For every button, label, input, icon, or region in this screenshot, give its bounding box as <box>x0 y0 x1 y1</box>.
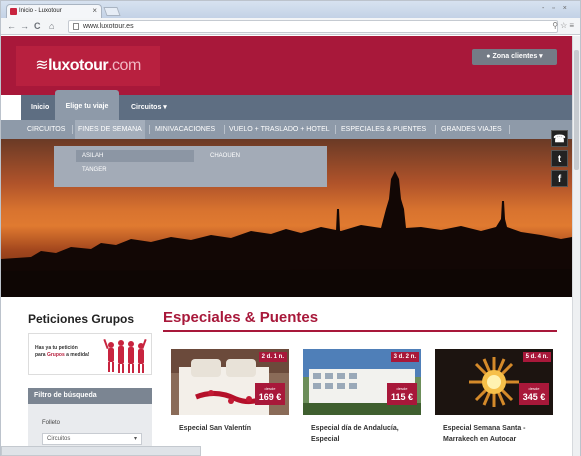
phone-icon[interactable]: ☎ <box>551 130 568 147</box>
back-icon[interactable]: ← <box>7 21 16 32</box>
dropdown-item-asilah[interactable]: ASILAH <box>76 150 194 162</box>
especiales-section: Especiales & Puentes 2 d. 1 n. desde 169… <box>161 297 557 456</box>
group-people-icon <box>103 338 147 373</box>
nav-inicio-label: Inicio <box>31 104 50 111</box>
new-tab-button[interactable] <box>103 7 121 16</box>
logo-mark: ≋ <box>35 57 49 74</box>
site-header: ≋luxotour.com ● Zona clientes ▾ <box>1 36 572 95</box>
banner-text: Has ya tu petición para Grupos a medida! <box>35 345 89 359</box>
nav-elige-label: Elige tu viaje <box>65 103 109 110</box>
toolbar-icons[interactable]: ⚲☆≡ <box>552 21 576 30</box>
subnav-especiales-puentes[interactable]: ESPECIALES & PUENTES <box>341 120 426 139</box>
social-links: ☎ t f <box>551 130 570 192</box>
nav-elige-tu-viaje[interactable]: Elige tu viaje <box>55 90 119 120</box>
zona-clientes-label: Zona clientes ▾ <box>492 53 543 60</box>
duration-badge: 2 d. 1 n. <box>258 352 287 362</box>
subnav-divider <box>149 125 150 134</box>
section-title: Especiales & Puentes <box>163 309 319 326</box>
nav-circuitos[interactable]: Circuitos ▾ <box>131 95 191 120</box>
site-logo[interactable]: ≋luxotour.com <box>16 46 160 86</box>
subnav-minivacaciones[interactable]: MINIVACACIONES <box>155 120 215 139</box>
price-prefix: desde <box>396 386 408 391</box>
subnav-divider <box>435 125 436 134</box>
banner-line-2: para Grupos a medida! <box>35 352 89 359</box>
subnav-circuitos[interactable]: CIRCUITOS <box>27 120 65 139</box>
scrollbar-thumb[interactable] <box>574 50 579 170</box>
browser-tab[interactable]: Inicio - Luxotour × <box>6 4 102 18</box>
banner-text-medida: a medida! <box>64 352 90 358</box>
page-icon <box>73 23 79 30</box>
forward-icon[interactable]: → <box>20 21 29 32</box>
logo-domain: .com <box>108 57 141 74</box>
folleto-select[interactable]: Circuitos ▾ <box>42 433 142 445</box>
subnav-divider <box>509 125 510 134</box>
home-icon[interactable]: ⌂ <box>49 21 54 32</box>
offer-card[interactable]: 2 d. 1 n. desde 169 € Especial San Valen… <box>171 349 289 456</box>
url-text: www.luxotour.es <box>83 23 134 30</box>
section-divider <box>163 330 557 332</box>
nav-circuitos-label: Circuitos ▾ <box>131 104 167 111</box>
tab-close-icon[interactable]: × <box>92 5 97 17</box>
subnav-vuelo-traslado-hotel[interactable]: VUELO + TRASLADO + HOTEL <box>229 120 330 139</box>
offer-title[interactable]: Especial día de Andalucía, Especial <box>311 423 419 445</box>
offer-card[interactable]: 3 d. 2 n. desde 115 € Especial día de An… <box>303 349 421 456</box>
offer-card[interactable]: 5 d. 4 n. desde 345 € Especial Semana Sa… <box>435 349 553 456</box>
reload-icon[interactable]: C <box>34 21 41 32</box>
status-bar <box>1 446 201 456</box>
address-bar[interactable]: www.luxotour.es <box>68 20 558 33</box>
subnav-divider <box>72 125 73 134</box>
folleto-value: Circuitos <box>47 436 71 442</box>
price-value: 169 € <box>258 392 282 402</box>
subnav-grandes-viajes[interactable]: GRANDES VIAJES <box>441 120 502 139</box>
price-value: 115 € <box>390 392 414 402</box>
fines-de-semana-dropdown: ASILAH TANGER CHAOUEN <box>54 146 327 187</box>
banner-line-1: Has ya tu petición <box>35 345 78 351</box>
grupos-banner[interactable]: Has ya tu petición para Grupos a medida! <box>28 333 152 375</box>
price-prefix: desde <box>528 386 540 391</box>
twitter-icon[interactable]: t <box>551 150 568 167</box>
price-badge: desde 345 € <box>519 383 549 405</box>
sidebar: Peticiones Grupos Has ya tu petición par… <box>23 297 153 456</box>
page-scrollbar[interactable] <box>572 36 580 456</box>
price-value: 345 € <box>522 392 546 402</box>
filtro-header: Filtro de búsqueda <box>28 388 152 404</box>
dropdown-item-chaouen[interactable]: CHAOUEN <box>204 150 314 162</box>
duration-badge: 5 d. 4 n. <box>522 352 551 362</box>
sub-nav: CIRCUITOS FINES DE SEMANA MINIVACACIONES… <box>1 120 572 139</box>
window-controls[interactable]: - ▫ × <box>542 5 572 13</box>
chevron-down-icon: ▾ <box>133 436 137 442</box>
subnav-fines-de-semana[interactable]: FINES DE SEMANA <box>75 120 145 139</box>
peticiones-grupos-title: Peticiones Grupos <box>28 312 135 326</box>
price-badge: desde 115 € <box>387 383 417 405</box>
folleto-label: Folleto <box>42 420 61 426</box>
offer-title[interactable]: Especial Semana Santa - Marrakech en Aut… <box>443 423 551 445</box>
facebook-icon[interactable]: f <box>551 170 568 187</box>
dropdown-item-tanger[interactable]: TANGER <box>76 164 194 176</box>
offer-title[interactable]: Especial San Valentín <box>179 423 287 434</box>
favicon-icon <box>10 8 17 15</box>
duration-badge: 3 d. 2 n. <box>390 352 419 362</box>
main-nav: Inicio Elige tu viaje Circuitos ▾ <box>21 90 572 120</box>
webpage: ≋luxotour.com ● Zona clientes ▾ Inicio E… <box>1 36 572 456</box>
zona-clientes-button[interactable]: ● Zona clientes ▾ <box>472 49 557 65</box>
logo-text: luxotour <box>48 57 109 74</box>
tab-title: Inicio - Luxotour <box>19 8 62 14</box>
banner-text-para: para <box>35 352 47 358</box>
price-badge: desde 169 € <box>255 383 285 405</box>
tab-strip: Inicio - Luxotour × - ▫ × <box>1 1 580 18</box>
subnav-divider <box>224 125 225 134</box>
price-prefix: desde <box>264 386 276 391</box>
subnav-divider <box>335 125 336 134</box>
banner-text-grupos: Grupos <box>46 352 65 358</box>
browser-toolbar: ← → C ⌂ www.luxotour.es ⚲☆≡ <box>1 18 580 35</box>
